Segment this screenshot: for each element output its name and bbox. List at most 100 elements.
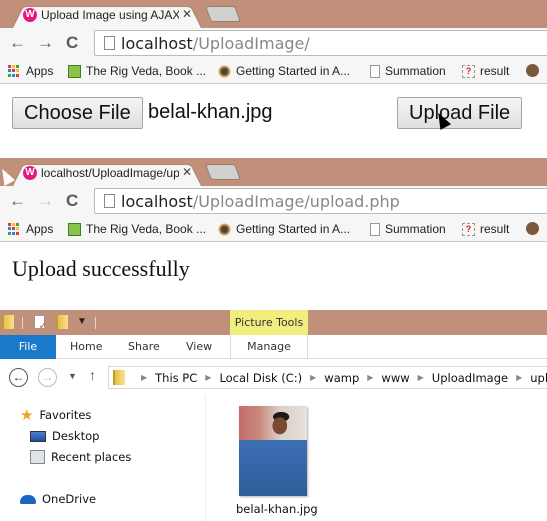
bookmark-rig-veda[interactable]: The Rig Veda, Book ... <box>68 222 206 236</box>
image-thumbnail[interactable] <box>239 406 307 496</box>
quick-access-toolbar: ▼ Picture Tools <box>0 310 547 335</box>
bookmarks-bar: Apps The Rig Veda, Book ... Getting Star… <box>0 58 547 84</box>
back-button[interactable]: ← <box>9 368 28 387</box>
breadcrumb-item[interactable]: www <box>381 371 409 385</box>
reload-icon[interactable]: C <box>66 192 78 210</box>
tab-close-icon[interactable]: ✕ <box>182 165 192 179</box>
bookmark-apps[interactable]: Apps <box>8 64 53 78</box>
properties-icon[interactable] <box>34 315 47 332</box>
unknown-page-icon: ? <box>462 222 475 236</box>
selected-file-name: belal-khan.jpg <box>148 101 273 123</box>
breadcrumb-separator-icon[interactable]: ▶ <box>516 371 522 385</box>
page-icon <box>104 194 115 208</box>
address-bar[interactable]: localhost/UploadImage/upload.php <box>94 188 547 214</box>
nav-onedrive[interactable]: OneDrive <box>20 492 96 506</box>
choose-file-button[interactable]: Choose File <box>12 97 143 129</box>
browser-tab-active[interactable]: W Upload Image using AJAX ✕ <box>12 3 202 28</box>
bookmark-result[interactable]: ? result <box>462 222 509 236</box>
reload-icon[interactable]: C <box>66 34 78 52</box>
page-icon <box>370 222 380 236</box>
browser-toolbar: ← → C localhost/UploadImage/ <box>0 28 547 58</box>
apps-grid-icon <box>8 64 21 78</box>
forward-button[interactable]: → <box>38 368 57 387</box>
getting-started-icon <box>218 222 231 236</box>
ribbon-tab-home[interactable]: Home <box>70 335 102 359</box>
forward-arrow-icon[interactable]: → <box>37 192 54 210</box>
new-folder-icon[interactable] <box>56 315 68 329</box>
recent-places-icon <box>30 450 45 464</box>
url-text: localhost/UploadImage/ <box>121 34 310 53</box>
up-arrow-icon[interactable]: ↑ <box>89 367 96 383</box>
tab-title: Upload Image using AJAX <box>41 8 179 22</box>
cookie-icon <box>526 64 539 77</box>
breadcrumb-item[interactable]: This PC <box>155 371 197 385</box>
rig-veda-icon <box>68 222 81 236</box>
ribbon-tabs: File Home Share View Manage <box>0 335 547 359</box>
apps-grid-icon <box>8 222 21 236</box>
browser-window-upload-result: W localhost/UploadImage/upload.php ✕ ← →… <box>0 158 547 242</box>
upload-file-button[interactable]: Upload File <box>397 97 523 129</box>
onedrive-cloud-icon <box>20 494 36 504</box>
tab-title: localhost/UploadImage/upload.php <box>41 166 179 180</box>
bookmark-apps[interactable]: Apps <box>8 222 53 236</box>
breadcrumb-separator-icon[interactable]: ▶ <box>367 371 373 385</box>
unknown-page-icon: ? <box>462 64 475 78</box>
address-bar[interactable]: localhost/UploadImage/ <box>94 30 547 56</box>
tab-strip: W Upload Image using AJAX ✕ <box>0 0 547 28</box>
toolbar-separator <box>95 317 96 329</box>
bookmark-result[interactable]: ? result <box>462 64 509 78</box>
cookie-icon <box>526 222 539 235</box>
nav-favorites[interactable]: ★ Favorites <box>20 406 91 424</box>
breadcrumb-separator-icon[interactable]: ▶ <box>310 371 316 385</box>
wamp-favicon-icon: W <box>23 166 37 180</box>
breadcrumb-item[interactable]: UploadImage <box>432 371 508 385</box>
file-explorer-window: ▼ Picture Tools File Home Share View Man… <box>0 310 547 521</box>
url-text: localhost/UploadImage/upload.php <box>121 192 400 211</box>
breadcrumb-item[interactable]: uploads <box>530 371 547 385</box>
back-arrow-icon[interactable]: ← <box>9 34 26 52</box>
bookmark-overflow[interactable] <box>526 222 539 235</box>
upload-result-page: Upload successfully <box>0 242 547 310</box>
bookmark-summation[interactable]: Summation <box>370 64 446 78</box>
ribbon-tab-file[interactable]: File <box>0 335 56 359</box>
breadcrumb-separator-icon[interactable]: ▶ <box>418 371 424 385</box>
browser-tab-active[interactable]: W localhost/UploadImage/upload.php ✕ <box>12 161 202 186</box>
ribbon-tab-view[interactable]: View <box>186 335 212 359</box>
new-tab-button[interactable] <box>205 6 241 22</box>
desktop-icon <box>30 430 46 442</box>
explorer-address-row: ← → ▼ ↑ ▶ This PC ▶ Local Disk (C:) ▶ wa… <box>0 359 547 395</box>
breadcrumb[interactable]: ▶ This PC ▶ Local Disk (C:) ▶ wamp ▶ www… <box>108 366 547 389</box>
bookmark-summation[interactable]: Summation <box>370 222 446 236</box>
nav-desktop[interactable]: Desktop <box>30 429 99 443</box>
upload-success-message: Upload successfully <box>12 256 190 281</box>
breadcrumb-item[interactable]: wamp <box>324 371 359 385</box>
wamp-favicon-icon: W <box>23 8 37 22</box>
new-tab-button[interactable] <box>205 164 241 180</box>
bookmark-rig-veda[interactable]: The Rig Veda, Book ... <box>68 64 206 78</box>
back-arrow-icon[interactable]: ← <box>9 192 26 210</box>
bookmark-getting-started[interactable]: Getting Started in A... <box>218 64 350 78</box>
browser-toolbar: ← → C localhost/UploadImage/upload.php <box>0 186 547 216</box>
breadcrumb-separator-icon[interactable]: ▶ <box>205 371 211 385</box>
recent-locations-dropdown-icon[interactable]: ▼ <box>68 371 77 381</box>
screenshot-composite: W Upload Image using AJAX ✕ ← → C localh… <box>0 0 547 521</box>
nav-recent-places[interactable]: Recent places <box>30 450 131 464</box>
bookmark-getting-started[interactable]: Getting Started in A... <box>218 222 350 236</box>
customize-dropdown-icon[interactable]: ▼ <box>77 316 87 327</box>
breadcrumb-item[interactable]: Local Disk (C:) <box>219 371 302 385</box>
page-icon <box>370 64 380 78</box>
bookmarks-bar: Apps The Rig Veda, Book ... Getting Star… <box>0 216 547 242</box>
file-list: belal-khan.jpg <box>207 395 547 521</box>
star-icon: ★ <box>20 406 34 424</box>
forward-arrow-icon[interactable]: → <box>37 34 54 52</box>
rig-veda-icon <box>68 64 81 78</box>
tab-close-icon[interactable]: ✕ <box>182 7 192 21</box>
tab-strip: W localhost/UploadImage/upload.php ✕ <box>0 158 547 186</box>
file-name-label[interactable]: belal-khan.jpg <box>236 502 318 516</box>
folder-icon[interactable] <box>2 315 14 329</box>
getting-started-icon <box>218 64 231 78</box>
ribbon-tab-manage[interactable]: Manage <box>230 335 308 359</box>
upload-form-page: Choose File belal-khan.jpg Upload File <box>0 84 547 158</box>
bookmark-overflow[interactable] <box>526 64 539 77</box>
ribbon-tab-share[interactable]: Share <box>128 335 160 359</box>
